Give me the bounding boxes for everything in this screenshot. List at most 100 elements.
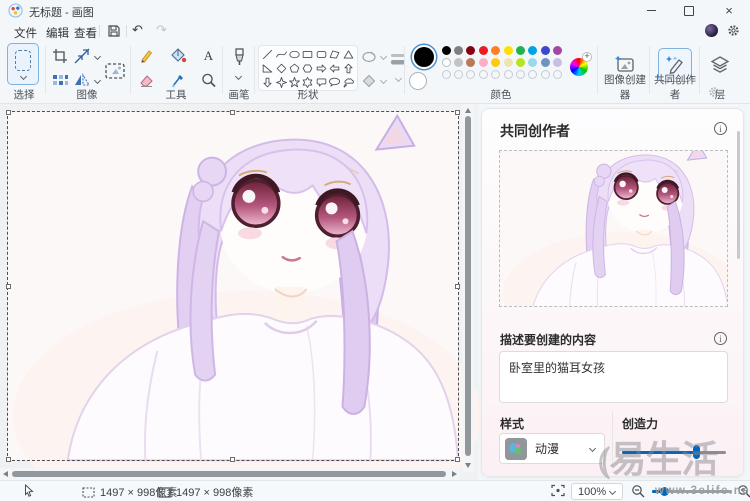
fill-bucket-icon[interactable] xyxy=(170,47,187,64)
chevron-down-icon[interactable] xyxy=(380,78,387,83)
arrow-right-shape-icon[interactable] xyxy=(315,62,328,75)
panel-scrollbar[interactable] xyxy=(737,131,740,259)
vertical-scroll-thumb[interactable] xyxy=(465,116,471,456)
generated-image-preview[interactable] xyxy=(499,150,728,307)
selection-handle[interactable] xyxy=(455,457,460,462)
chevron-down-icon[interactable] xyxy=(380,54,387,59)
rectangle-shape-icon[interactable] xyxy=(301,48,314,61)
pencil-icon[interactable] xyxy=(138,47,155,64)
save-icon[interactable] xyxy=(106,23,122,39)
text-tool-icon[interactable]: A xyxy=(200,47,217,64)
canvas-resize-icon[interactable] xyxy=(104,60,126,82)
palette-empty-slot[interactable] xyxy=(491,70,500,79)
chevron-down-icon[interactable] xyxy=(20,74,27,79)
prompt-input[interactable]: 卧室里的猫耳女孩 xyxy=(499,351,728,403)
chevron-down-icon[interactable] xyxy=(94,54,101,59)
palette-color-swatch[interactable] xyxy=(541,58,550,67)
select-tool-button[interactable] xyxy=(7,43,39,85)
palette-color-swatch[interactable] xyxy=(479,58,488,67)
diamond-shape-icon[interactable] xyxy=(275,62,288,75)
palette-color-swatch[interactable] xyxy=(553,58,562,67)
flip-icon[interactable] xyxy=(74,72,90,88)
palette-empty-slot[interactable] xyxy=(516,70,525,79)
zoom-in-button[interactable] xyxy=(737,484,750,498)
account-avatar[interactable] xyxy=(705,24,718,37)
hexagon-shape-icon[interactable] xyxy=(301,62,314,75)
palette-empty-slot[interactable] xyxy=(442,70,451,79)
palette-empty-slot[interactable] xyxy=(479,70,488,79)
palette-color-swatch[interactable] xyxy=(504,58,513,67)
palette-color-swatch[interactable] xyxy=(466,46,475,55)
edit-colors-wheel-icon[interactable] xyxy=(570,58,588,76)
palette-empty-slot[interactable] xyxy=(541,70,550,79)
palette-color-swatch[interactable] xyxy=(479,46,488,55)
zoom-slider-handle[interactable] xyxy=(660,487,669,496)
minimize-button[interactable] xyxy=(634,0,668,21)
undo-icon[interactable]: ↶ xyxy=(132,22,143,38)
palette-empty-slot[interactable] xyxy=(553,70,562,79)
brush-icon[interactable] xyxy=(232,48,247,68)
palette-color-swatch[interactable] xyxy=(528,46,537,55)
palette-empty-slot[interactable] xyxy=(504,70,513,79)
horizontal-scroll-thumb[interactable] xyxy=(12,471,446,477)
palette-color-swatch[interactable] xyxy=(454,58,463,67)
pentagon-shape-icon[interactable] xyxy=(288,62,301,75)
selection-handle[interactable] xyxy=(455,284,460,289)
panel-settings-gear-icon[interactable] xyxy=(708,86,720,98)
palette-empty-slot[interactable] xyxy=(466,70,475,79)
zoom-level-dropdown[interactable]: 100% xyxy=(571,483,623,500)
palette-color-swatch[interactable] xyxy=(454,46,463,55)
palette-color-swatch[interactable] xyxy=(553,46,562,55)
foreground-color-swatch[interactable] xyxy=(414,47,434,67)
selection-handle[interactable] xyxy=(455,110,460,115)
palette-color-swatch[interactable] xyxy=(442,58,451,67)
palette-empty-slot[interactable] xyxy=(528,70,537,79)
creativity-slider[interactable] xyxy=(622,445,726,459)
zoom-slider[interactable] xyxy=(652,490,732,493)
info-icon[interactable]: i xyxy=(714,122,727,135)
shape-fill-icon[interactable] xyxy=(362,74,376,88)
crop-icon[interactable] xyxy=(52,48,68,64)
right-triangle-shape-icon[interactable] xyxy=(261,62,274,75)
zoom-out-button[interactable] xyxy=(631,484,645,498)
arrow-up-shape-icon[interactable] xyxy=(342,62,355,75)
scroll-down-arrow[interactable] xyxy=(465,463,471,468)
selection-handle[interactable] xyxy=(6,457,11,462)
resize-icon[interactable] xyxy=(74,48,90,64)
triangle-shape-icon[interactable] xyxy=(342,48,355,61)
info-icon[interactable]: i xyxy=(714,332,727,345)
style-dropdown[interactable]: 动漫 xyxy=(499,433,605,464)
palette-color-swatch[interactable] xyxy=(516,58,525,67)
palette-color-swatch[interactable] xyxy=(528,58,537,67)
vertical-scrollbar[interactable] xyxy=(462,104,474,472)
canvas[interactable] xyxy=(8,112,458,460)
maximize-button[interactable] xyxy=(672,0,706,21)
horizontal-scrollbar[interactable] xyxy=(0,468,460,480)
redo-icon[interactable]: ↷ xyxy=(156,22,167,38)
chevron-down-icon[interactable] xyxy=(235,74,242,79)
close-button[interactable]: × xyxy=(712,0,746,21)
line-shape-icon[interactable] xyxy=(261,48,274,61)
palette-color-swatch[interactable] xyxy=(504,46,513,55)
creativity-handle[interactable] xyxy=(693,445,700,459)
palette-empty-slot[interactable] xyxy=(454,70,463,79)
selection-handle[interactable] xyxy=(6,284,11,289)
palette-color-swatch[interactable] xyxy=(491,46,500,55)
polygon-shape-icon[interactable] xyxy=(328,48,341,61)
scroll-left-arrow[interactable] xyxy=(3,471,8,477)
chevron-down-icon[interactable] xyxy=(395,76,402,81)
fit-to-screen-button[interactable] xyxy=(551,484,565,497)
selection-handle[interactable] xyxy=(230,457,235,462)
palette-color-swatch[interactable] xyxy=(466,58,475,67)
layers-button[interactable] xyxy=(703,48,737,82)
palette-color-swatch[interactable] xyxy=(491,58,500,67)
rounded-rectangle-shape-icon[interactable] xyxy=(315,48,328,61)
curve-shape-icon[interactable] xyxy=(275,48,288,61)
chevron-down-icon[interactable] xyxy=(94,78,101,83)
selection-handle[interactable] xyxy=(230,110,235,115)
oval-shape-icon[interactable] xyxy=(288,48,301,61)
arrow-left-shape-icon[interactable] xyxy=(328,62,341,75)
scroll-up-arrow[interactable] xyxy=(465,108,471,113)
selection-handle[interactable] xyxy=(6,110,11,115)
shape-outline-icon[interactable] xyxy=(362,50,376,64)
